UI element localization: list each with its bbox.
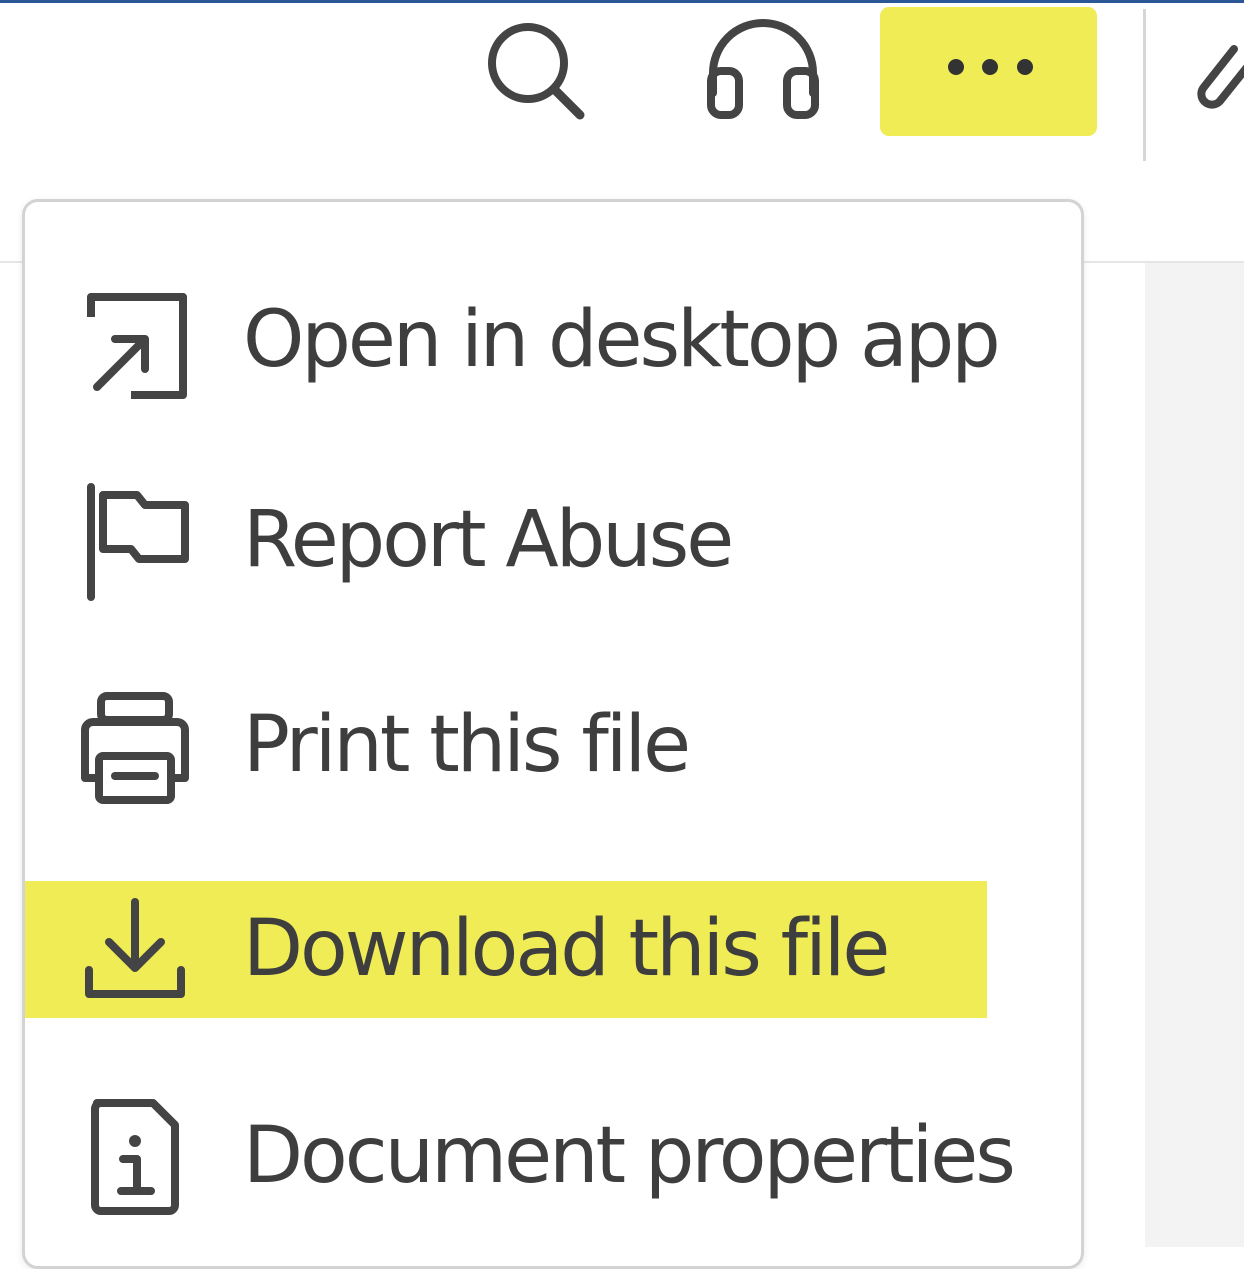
menu-item-label: Open in desktop app xyxy=(243,295,1001,385)
info-document-icon xyxy=(75,1097,195,1217)
menu-item-document-properties[interactable]: Document properties xyxy=(25,1088,1025,1225)
edit-button[interactable] xyxy=(1196,39,1244,129)
menu-item-print-this-file[interactable]: Print this file xyxy=(25,677,1025,814)
menu-item-label: Download this file xyxy=(243,904,890,994)
listen-button[interactable] xyxy=(703,15,823,125)
more-options-button[interactable] xyxy=(880,7,1097,136)
search-icon xyxy=(488,23,585,120)
menu-item-label: Report Abuse xyxy=(243,495,734,585)
open-external-icon xyxy=(75,281,195,401)
headphones-icon xyxy=(707,19,819,119)
download-icon xyxy=(75,890,195,1010)
document-background xyxy=(1145,263,1244,1247)
pencil-icon xyxy=(1197,45,1244,109)
printer-icon xyxy=(75,686,195,806)
menu-item-open-in-desktop-app[interactable]: Open in desktop app xyxy=(25,272,1025,409)
menu-item-label: Print this file xyxy=(243,700,691,790)
search-button[interactable] xyxy=(480,13,590,123)
toolbar-divider xyxy=(1143,9,1146,161)
more-horizontal-icon xyxy=(948,59,1033,75)
flag-icon xyxy=(75,481,195,601)
menu-item-label: Document properties xyxy=(243,1111,1016,1201)
more-options-menu: Open in desktop app Report Abuse Print t… xyxy=(22,199,1084,1269)
menu-item-download-this-file[interactable]: Download this file xyxy=(25,881,987,1018)
menu-item-report-abuse[interactable]: Report Abuse xyxy=(25,472,1025,609)
